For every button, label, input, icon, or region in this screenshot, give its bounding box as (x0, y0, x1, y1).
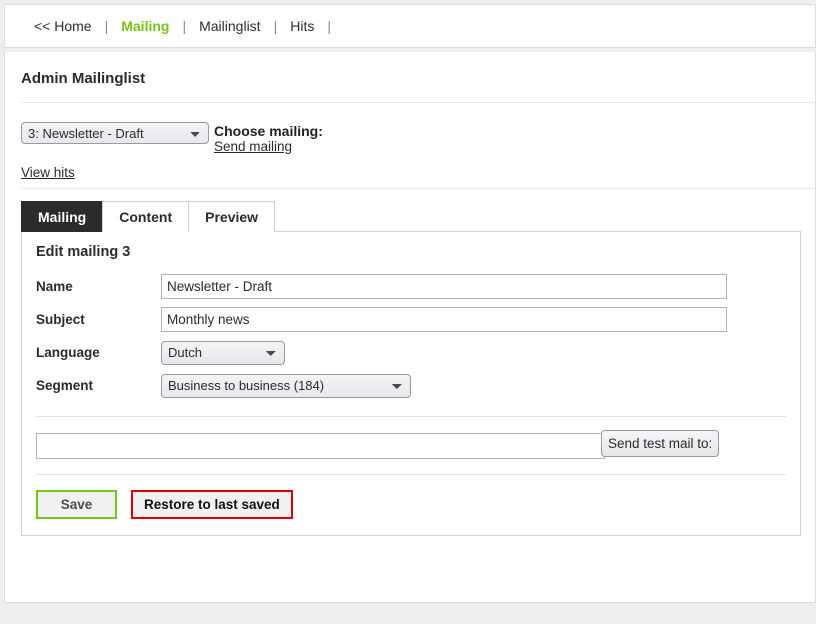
mailing-select[interactable]: 3: Newsletter - Draft (21, 122, 209, 144)
edit-mailing-heading: Edit mailing 3 (36, 244, 131, 260)
tab-mailing[interactable]: Mailing (21, 201, 104, 232)
chooser-row: 3: Newsletter - Draft Choose mailing: Se… (21, 122, 815, 155)
tab-content[interactable]: Content (102, 201, 190, 232)
subject-label: Subject (36, 312, 85, 327)
nav-items: << Home | Mailing | Mailinglist | Hits | (5, 18, 344, 34)
main-panel: Admin Mailinglist 3: Newsletter - Draft … (4, 52, 816, 603)
nav-separator: | (104, 18, 109, 34)
name-input[interactable] (161, 274, 727, 299)
nav-item-home[interactable]: << Home (34, 18, 92, 34)
tab-bar: Mailing Content Preview (21, 201, 815, 232)
name-label: Name (36, 279, 73, 294)
nav-item-hits[interactable]: Hits (290, 18, 314, 34)
top-navigation-bar: << Home | Mailing | Mailinglist | Hits | (4, 4, 816, 48)
mailing-form: Name Subject Language Dutch Segment Busi… (22, 260, 800, 402)
form-row-subject: Subject (36, 303, 800, 336)
save-button[interactable]: Save (36, 490, 117, 519)
test-mail-input[interactable] (36, 433, 605, 459)
nav-separator: | (182, 18, 187, 34)
tab-panel-mailing: Edit mailing 3 Name Subject Language Dut… (21, 231, 801, 536)
mailing-chooser-section: 3: Newsletter - Draft Choose mailing: Se… (5, 103, 815, 180)
action-buttons: Save Restore to last saved (22, 475, 800, 535)
tab-preview[interactable]: Preview (188, 201, 276, 232)
form-row-segment: Segment Business to business (184) (36, 369, 800, 402)
nav-separator: | (273, 18, 278, 34)
nav-item-mailing[interactable]: Mailing (121, 18, 169, 34)
language-label: Language (36, 345, 100, 360)
page-title: Admin Mailinglist (21, 70, 146, 87)
segment-select[interactable]: Business to business (184) (161, 373, 411, 398)
chooser-divider (21, 188, 816, 189)
send-test-mail-button[interactable]: Send test mail to: (601, 430, 720, 457)
restore-button[interactable]: Restore to last saved (131, 490, 293, 519)
nav-item-mailinglist[interactable]: Mailinglist (199, 18, 260, 34)
nav-separator: | (327, 18, 331, 34)
choose-mailing-label: Choose mailing: (214, 123, 323, 139)
form-row-language: Language Dutch (36, 336, 800, 369)
subject-input[interactable] (161, 307, 727, 332)
form-row-name: Name (36, 270, 800, 303)
test-mail-section: Send test mail to: (22, 417, 800, 474)
chooser-labels: Choose mailing: Send mailing (214, 122, 323, 155)
language-select[interactable]: Dutch (161, 340, 285, 365)
segment-label: Segment (36, 378, 94, 393)
send-mailing-link[interactable]: Send mailing (214, 139, 323, 155)
view-hits-link[interactable]: View hits (21, 165, 75, 180)
tabs-wrapper: Mailing Content Preview (5, 201, 815, 232)
